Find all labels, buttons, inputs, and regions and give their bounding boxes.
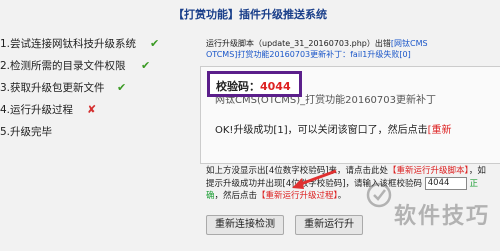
step-item: 1.尝试连接网钛科技升级系统 ✔ (0, 36, 190, 58)
verification-code-callout: 校验码：4044 (207, 71, 302, 97)
step-label: 3.获取升级包更新文件 (0, 82, 105, 94)
check-icon: ✔ (150, 37, 160, 50)
log-line: OTCMS]打赏功能20160703更新补丁：fail1升级失败[0] (206, 50, 411, 59)
success-message: OK!升级成功[1]，可以关闭该窗口了，然后点击[重新 (215, 121, 452, 136)
step-label: 5.升级完毕 (0, 126, 53, 138)
red-arrow-icon (292, 169, 337, 189)
watermark: 软件技巧 (393, 204, 490, 229)
success-text: OK!升级成功[1]，可以关闭该窗口了，然后点击 (215, 125, 428, 136)
step-item: 4.运行升级过程 ✘ (0, 102, 190, 124)
button-bar: 重新连接检测 重新运行升 (206, 212, 369, 235)
rerun-process-link[interactable]: 【重新运行升级过程】 (257, 191, 338, 201)
instruction-text: 如上方没显示出[4位数字校验码]来，请点击此处【重新运行升级脚本】，如提示升级成… (206, 165, 490, 202)
reconnect-button[interactable]: 重新连接检测 (206, 215, 284, 235)
code-value: 4044 (260, 80, 291, 93)
step-list: 1.尝试连接网钛科技升级系统 ✔ 2.检测所需的目录文件权限 ✔ 3.获取升级包… (0, 36, 190, 146)
step-label: 2.检测所需的目录文件权限 (0, 60, 126, 72)
step-label: 1.尝试连接网钛科技升级系统 (0, 38, 137, 50)
log-panel: 运行升级脚本（update_31_20160703.php）出错[网钛CMS O… (206, 38, 500, 60)
log-link[interactable]: [网钛CMS (391, 39, 428, 48)
code-input-label: 校验码 (396, 179, 423, 189)
log-text: 运行升级脚本（update_31_20160703.php）出错 (206, 39, 391, 48)
rerun-script-link[interactable]: 【重新运行升级脚本】 (388, 166, 469, 176)
step-label: 4.运行升级过程 (0, 104, 74, 116)
page-title: 【打赏功能】插件升级推送系统 (173, 8, 327, 21)
step-item: 3.获取升级包更新文件 ✔ (0, 80, 190, 102)
check-icon: ✔ (117, 81, 127, 94)
rerun-link[interactable]: [重新 (428, 125, 452, 136)
code-label: 校验码： (216, 80, 260, 93)
cross-icon: ✘ (87, 103, 97, 116)
info-text: ，然后点击 (214, 191, 258, 201)
step-item: 2.检测所需的目录文件权限 ✔ (0, 58, 190, 80)
rerun-button[interactable]: 重新运行升 (295, 215, 364, 235)
watermark-logo-icon (366, 182, 392, 208)
result-box: 网钛CMS(OTCMS)_打赏功能20160703更新补丁 OK!升级成功[1]… (200, 66, 500, 164)
check-icon: ✔ (141, 59, 151, 72)
code-input[interactable]: 4044 (424, 177, 467, 190)
step-item: 5.升级完毕 (0, 124, 190, 146)
info-text: 。 (337, 191, 347, 201)
log-line: 运行升级脚本（update_31_20160703.php）出错[网钛CMS (206, 38, 500, 49)
